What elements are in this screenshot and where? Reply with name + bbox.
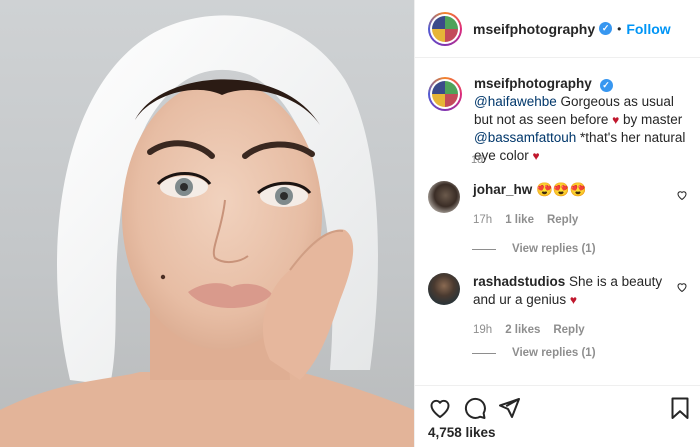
- comment-time[interactable]: 19h: [473, 321, 492, 339]
- instagram-post: mseifphotography ✓ • Follow mseifphotogr…: [0, 0, 700, 447]
- view-replies-label: View replies (1): [512, 347, 596, 359]
- comment-text: 😍😍😍: [536, 182, 587, 197]
- caption-avatar[interactable]: [428, 77, 462, 111]
- reply-button[interactable]: Reply: [553, 321, 584, 339]
- comment-likes[interactable]: 2 likes: [505, 321, 540, 339]
- comment-meta: 19h 2 likes Reply: [473, 321, 663, 339]
- comments-section[interactable]: mseifphotography ✓ @haifawehbe Gorgeous …: [415, 59, 700, 385]
- comment-item: rashadstudios She is a beauty and ur a g…: [428, 273, 698, 339]
- author-username[interactable]: mseifphotography: [473, 21, 595, 37]
- commenter-username[interactable]: johar_hw: [473, 182, 532, 197]
- post-caption: mseifphotography ✓ @haifawehbe Gorgeous …: [428, 75, 690, 165]
- author-avatar[interactable]: [428, 11, 462, 46]
- view-replies-label: View replies (1): [512, 243, 596, 255]
- mention-link[interactable]: @haifawehbe: [474, 94, 557, 109]
- caption-username[interactable]: mseifphotography: [474, 76, 592, 91]
- comment-body: johar_hw 😍😍😍 17h 1 like Reply: [473, 181, 663, 229]
- comment-bubble-icon[interactable]: [463, 396, 487, 420]
- caption-timestamp[interactable]: 1d: [471, 154, 483, 166]
- paper-plane-icon[interactable]: [497, 396, 521, 420]
- commenter-username[interactable]: rashadstudios: [473, 274, 565, 289]
- verified-badge-icon: ✓: [599, 78, 613, 92]
- reply-button[interactable]: Reply: [547, 211, 578, 229]
- portrait-image: [0, 15, 414, 447]
- comment-meta: 17h 1 like Reply: [473, 211, 663, 229]
- follow-button[interactable]: Follow: [626, 21, 670, 37]
- replies-divider: [472, 248, 496, 250]
- comment-likes[interactable]: 1 like: [505, 211, 534, 229]
- commenter-avatar[interactable]: [428, 273, 460, 305]
- post-header: mseifphotography ✓ • Follow: [415, 0, 700, 58]
- view-replies-button[interactable]: View replies (1): [472, 243, 596, 255]
- comment-body: rashadstudios She is a beauty and ur a g…: [473, 273, 663, 339]
- bookmark-icon[interactable]: [668, 396, 692, 420]
- heart-outline-icon[interactable]: [428, 396, 452, 420]
- post-actions: 4,758 likes: [415, 385, 700, 447]
- verified-badge-icon: ✓: [599, 22, 613, 35]
- view-replies-button[interactable]: View replies (1): [472, 347, 596, 359]
- red-heart-icon: ♥: [569, 293, 577, 307]
- mention-link[interactable]: @bassamfattouh: [474, 130, 576, 145]
- likes-count[interactable]: 4,758 likes: [428, 425, 496, 440]
- red-heart-icon: ♥: [532, 149, 540, 163]
- comment-item: johar_hw 😍😍😍 17h 1 like Reply: [428, 181, 698, 229]
- commenter-avatar[interactable]: [428, 181, 460, 213]
- replies-divider: [472, 352, 496, 354]
- caption-text: mseifphotography ✓ @haifawehbe Gorgeous …: [474, 75, 688, 165]
- comment-like-heart-icon[interactable]: [676, 189, 688, 201]
- caption-line2: by master: [623, 112, 683, 127]
- post-panel: mseifphotography ✓ • Follow mseifphotogr…: [414, 0, 700, 447]
- comment-time[interactable]: 17h: [473, 211, 492, 229]
- comment-like-heart-icon[interactable]: [676, 281, 688, 293]
- red-heart-icon: ♥: [612, 113, 620, 127]
- post-photo[interactable]: [0, 0, 414, 447]
- header-separator: •: [617, 21, 622, 36]
